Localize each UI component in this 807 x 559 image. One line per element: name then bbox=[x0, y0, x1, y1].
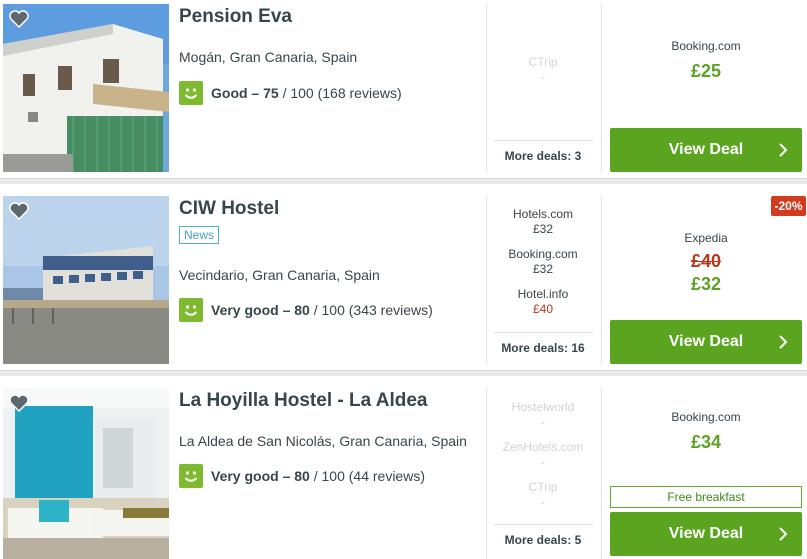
deal-site: Hostelworld bbox=[511, 400, 575, 414]
deal-site: Hotels.com bbox=[512, 207, 574, 221]
view-deal-label: View Deal bbox=[668, 333, 744, 350]
other-deals: Hostelworld - ZenHotels.com - CTrip - bbox=[493, 400, 593, 520]
best-deal-site: Booking.com bbox=[671, 410, 741, 424]
hotel-photo[interactable] bbox=[3, 388, 169, 559]
best-deal-price: £34 bbox=[690, 432, 722, 452]
news-tag[interactable]: News bbox=[179, 226, 220, 244]
other-deals: Hotels.com £32 Booking.com £32 Hotel.inf… bbox=[493, 207, 593, 327]
deal-site: Booking.com bbox=[508, 247, 578, 261]
view-deal-button[interactable]: View Deal bbox=[610, 320, 802, 364]
deal-item[interactable]: Hotels.com £32 bbox=[493, 207, 593, 237]
heart-icon[interactable] bbox=[9, 394, 29, 412]
best-deal: Booking.com £25 bbox=[610, 39, 802, 82]
hotel-rating: Good – 75 / 100 (168 reviews) bbox=[179, 81, 402, 105]
divider bbox=[601, 196, 602, 364]
discount-badge: -20% bbox=[771, 196, 806, 216]
best-deal-price: £32 bbox=[690, 274, 722, 294]
view-deal-button[interactable]: View Deal bbox=[610, 512, 802, 556]
deal-item[interactable]: CTrip - bbox=[493, 55, 593, 85]
deal-item[interactable]: ZenHotels.com - bbox=[493, 440, 593, 470]
rating-label: Very good – 80 bbox=[211, 468, 310, 484]
heart-icon[interactable] bbox=[9, 10, 29, 28]
hotel-card: Pension Eva Mogán, Gran Canaria, Spain G… bbox=[0, 0, 807, 180]
divider bbox=[601, 4, 602, 172]
hotel-location: Vecindario, Gran Canaria, Spain bbox=[179, 267, 380, 283]
rating-suffix: / 100 (44 reviews) bbox=[309, 468, 425, 484]
view-deal-button[interactable]: View Deal bbox=[610, 128, 802, 172]
deal-item[interactable]: CTrip - bbox=[493, 480, 593, 510]
hotel-photo[interactable] bbox=[3, 196, 169, 364]
heart-icon[interactable] bbox=[9, 202, 29, 220]
deal-site: ZenHotels.com bbox=[502, 440, 584, 454]
rating-suffix: / 100 (168 reviews) bbox=[278, 85, 402, 101]
card-separator bbox=[0, 178, 807, 184]
more-deals-link[interactable]: More deals: 16 bbox=[493, 332, 593, 355]
deal-item[interactable]: Hotel.info £40 bbox=[493, 287, 593, 317]
deal-price: - bbox=[541, 70, 545, 84]
hotel-location: Mogán, Gran Canaria, Spain bbox=[179, 49, 358, 65]
chevron-right-icon bbox=[779, 335, 788, 349]
deal-price: - bbox=[541, 415, 545, 429]
deal-site: Hotel.info bbox=[517, 287, 569, 301]
hotel-rating: Very good – 80 / 100 (343 reviews) bbox=[179, 298, 433, 322]
best-deal-site: Booking.com bbox=[671, 39, 741, 53]
hotel-name[interactable]: Pension Eva bbox=[179, 6, 292, 28]
old-price: £40 bbox=[690, 251, 722, 271]
view-deal-label: View Deal bbox=[668, 141, 744, 158]
free-breakfast-badge: Free breakfast bbox=[610, 486, 802, 508]
divider bbox=[486, 196, 487, 364]
rating-suffix: / 100 (343 reviews) bbox=[309, 302, 433, 318]
other-deals: CTrip - bbox=[493, 55, 593, 95]
view-deal-label: View Deal bbox=[668, 525, 744, 542]
divider bbox=[486, 4, 487, 172]
best-deal-site: Expedia bbox=[684, 231, 728, 245]
best-deal-price: £25 bbox=[690, 61, 722, 81]
smiley-icon bbox=[179, 81, 203, 105]
hotel-name[interactable]: La Hoyilla Hostel - La Aldea bbox=[179, 390, 427, 412]
divider bbox=[486, 388, 487, 559]
hotel-rating: Very good – 80 / 100 (44 reviews) bbox=[179, 464, 425, 488]
rating-label: Very good – 80 bbox=[211, 302, 310, 318]
hotel-name[interactable]: CIW Hostel bbox=[179, 198, 279, 220]
smiley-icon bbox=[179, 298, 203, 322]
hotel-photo[interactable] bbox=[3, 4, 169, 172]
deal-site: CTrip bbox=[528, 55, 558, 69]
deal-price: £32 bbox=[532, 262, 554, 276]
hotel-location: La Aldea de San Nicolás, Gran Canaria, S… bbox=[179, 433, 467, 449]
card-separator bbox=[0, 370, 807, 376]
hotel-card: CIW Hostel News Vecindario, Gran Canaria… bbox=[0, 192, 807, 372]
smiley-icon bbox=[179, 464, 203, 488]
chevron-right-icon bbox=[779, 143, 788, 157]
deal-price: £32 bbox=[532, 222, 554, 236]
chevron-right-icon bbox=[779, 527, 788, 541]
divider bbox=[601, 388, 602, 559]
best-deal: Expedia £40 £32 bbox=[610, 231, 802, 295]
more-deals-link[interactable]: More deals: 3 bbox=[493, 140, 593, 163]
deal-price: £40 bbox=[532, 302, 554, 316]
deal-item[interactable]: Booking.com £32 bbox=[493, 247, 593, 277]
deal-price: - bbox=[541, 495, 545, 509]
deal-site: CTrip bbox=[528, 480, 558, 494]
rating-label: Good – 75 bbox=[211, 85, 279, 101]
deal-item[interactable]: Hostelworld - bbox=[493, 400, 593, 430]
hotel-card: La Hoyilla Hostel - La Aldea La Aldea de… bbox=[0, 384, 807, 559]
best-deal: Booking.com £34 bbox=[610, 410, 802, 453]
deal-price: - bbox=[541, 455, 545, 469]
more-deals-link[interactable]: More deals: 5 bbox=[493, 524, 593, 547]
